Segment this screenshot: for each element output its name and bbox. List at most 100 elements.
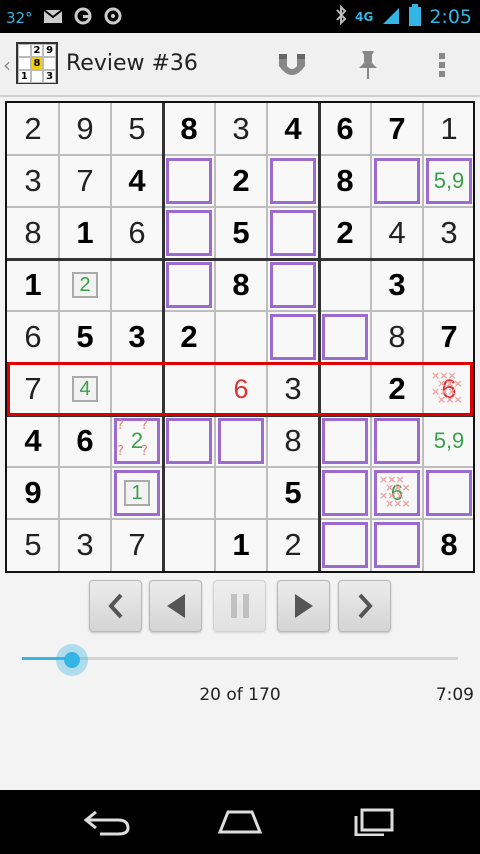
sudoku-cell[interactable]: 9: [7, 467, 59, 519]
sudoku-cell[interactable]: 2: [163, 311, 215, 363]
sudoku-cell[interactable]: [267, 155, 319, 207]
sudoku-cell[interactable]: [163, 207, 215, 259]
sudoku-cell[interactable]: [215, 415, 267, 467]
sudoku-cell[interactable]: [267, 207, 319, 259]
recent-apps-button[interactable]: [344, 802, 404, 842]
magnet-icon: [279, 54, 305, 75]
overflow-menu-button[interactable]: [418, 43, 466, 87]
sudoku-cell[interactable]: [267, 311, 319, 363]
play-button[interactable]: [277, 580, 330, 632]
sudoku-cell[interactable]: [423, 467, 475, 519]
sudoku-cell[interactable]: 5: [7, 519, 59, 571]
sudoku-cell[interactable]: 8: [163, 103, 215, 155]
up-chevron-icon[interactable]: ‹: [3, 53, 11, 77]
app-logo-icon[interactable]: 2 9 8 1 3: [16, 42, 58, 84]
sudoku-cell[interactable]: [163, 519, 215, 571]
sudoku-cell[interactable]: 4: [111, 155, 163, 207]
elapsed-time: 7:09: [435, 685, 474, 705]
sudoku-cell[interactable]: 3: [7, 155, 59, 207]
sudoku-cell[interactable]: [163, 155, 215, 207]
sudoku-cell[interactable]: 7: [111, 519, 163, 571]
sudoku-cell[interactable]: 8: [215, 259, 267, 311]
sudoku-cell[interactable]: 5: [267, 467, 319, 519]
sudoku-cell[interactable]: 2: [319, 207, 371, 259]
temperature-text: 32°: [6, 9, 33, 27]
sudoku-cell[interactable]: 3: [423, 207, 475, 259]
sudoku-cell[interactable]: [215, 311, 267, 363]
sudoku-cell[interactable]: [371, 415, 423, 467]
question-mark-note: ?: [117, 444, 124, 459]
network-type-text: 4G: [355, 10, 374, 24]
sudoku-cell[interactable]: [111, 259, 163, 311]
sudoku-cell[interactable]: 9: [59, 103, 111, 155]
sudoku-cell[interactable]: 8: [319, 155, 371, 207]
sudoku-cell[interactable]: 7: [423, 311, 475, 363]
step-back-button[interactable]: [89, 580, 142, 632]
sudoku-cell[interactable]: [163, 415, 215, 467]
home-icon: [217, 810, 263, 834]
sudoku-cell[interactable]: 5: [59, 311, 111, 363]
sudoku-cell[interactable]: 1: [215, 519, 267, 571]
sudoku-cell[interactable]: [423, 259, 475, 311]
clock-text: 2:05: [429, 6, 472, 28]
sudoku-cell[interactable]: [319, 311, 371, 363]
sudoku-cell[interactable]: 8: [423, 519, 475, 571]
sudoku-cell[interactable]: [319, 519, 371, 571]
sudoku-cell[interactable]: 6: [7, 311, 59, 363]
gmail-icon: [42, 8, 63, 28]
sudoku-cell[interactable]: 8: [371, 311, 423, 363]
sudoku-cell[interactable]: [163, 467, 215, 519]
battery-icon: [409, 4, 422, 30]
sudoku-cell[interactable]: 3: [111, 311, 163, 363]
sudoku-cell[interactable]: 6: [319, 103, 371, 155]
pushpin-icon: [359, 51, 377, 79]
sudoku-cell[interactable]: 6: [111, 207, 163, 259]
sudoku-cell[interactable]: [371, 519, 423, 571]
sudoku-cell[interactable]: 8: [267, 415, 319, 467]
sudoku-cell[interactable]: 5,9: [423, 155, 475, 207]
sudoku-cell[interactable]: 8: [7, 207, 59, 259]
chevron-left-icon: [107, 593, 122, 619]
sudoku-cell[interactable]: [215, 467, 267, 519]
sudoku-cell[interactable]: [319, 259, 371, 311]
sudoku-cell[interactable]: 5,9: [423, 415, 475, 467]
sudoku-cell[interactable]: 5: [215, 207, 267, 259]
sudoku-cell[interactable]: 1: [423, 103, 475, 155]
sudoku-cell[interactable]: 4: [7, 415, 59, 467]
pin-button[interactable]: [344, 43, 392, 87]
sudoku-cell[interactable]: 3: [59, 519, 111, 571]
back-button[interactable]: [76, 802, 136, 842]
sudoku-cell[interactable]: [267, 259, 319, 311]
sudoku-cell[interactable]: 3: [371, 259, 423, 311]
sudoku-cell[interactable]: 1: [7, 259, 59, 311]
sudoku-cell[interactable]: 4: [371, 207, 423, 259]
sudoku-cell[interactable]: [319, 467, 371, 519]
progress-slider-thumb[interactable]: [56, 644, 88, 676]
sudoku-cell[interactable]: 2: [267, 519, 319, 571]
home-button[interactable]: [210, 802, 270, 842]
bluetooth-icon: [335, 4, 347, 29]
sudoku-board[interactable]: 2 9 5 8 3 4 6 7 1 3 7 4 2 8 5,9 8 1 6 5 2 4 3 1 2 8 3 6 5 3 2 8 7 7 4 6 3 2 6…: [5, 101, 475, 573]
magnet-button[interactable]: [268, 43, 316, 87]
step-forward-button[interactable]: [338, 580, 391, 632]
sudoku-cell[interactable]: 7: [371, 103, 423, 155]
sudoku-cell[interactable]: 1: [111, 467, 163, 519]
sudoku-cell[interactable]: 4: [267, 103, 319, 155]
sudoku-cell[interactable]: 2: [215, 155, 267, 207]
sudoku-cell[interactable]: 6: [59, 415, 111, 467]
sudoku-cell[interactable]: 1: [59, 207, 111, 259]
sudoku-cell[interactable]: [319, 415, 371, 467]
sudoku-cell[interactable]: 5: [111, 103, 163, 155]
selected-row-highlight: [7, 362, 473, 416]
sudoku-cell[interactable]: [59, 467, 111, 519]
pause-button[interactable]: [213, 580, 266, 632]
sudoku-cell[interactable]: 2: [59, 259, 111, 311]
sudoku-cell[interactable]: 7: [59, 155, 111, 207]
sudoku-cell[interactable]: [371, 155, 423, 207]
sudoku-cell[interactable]: [163, 259, 215, 311]
play-reverse-button[interactable]: [149, 580, 202, 632]
signal-icon: [381, 5, 401, 29]
action-bar: ‹ 2 9 8 1 3 Review #36: [0, 33, 480, 97]
sudoku-cell[interactable]: 2: [7, 103, 59, 155]
sudoku-cell[interactable]: 3: [215, 103, 267, 155]
